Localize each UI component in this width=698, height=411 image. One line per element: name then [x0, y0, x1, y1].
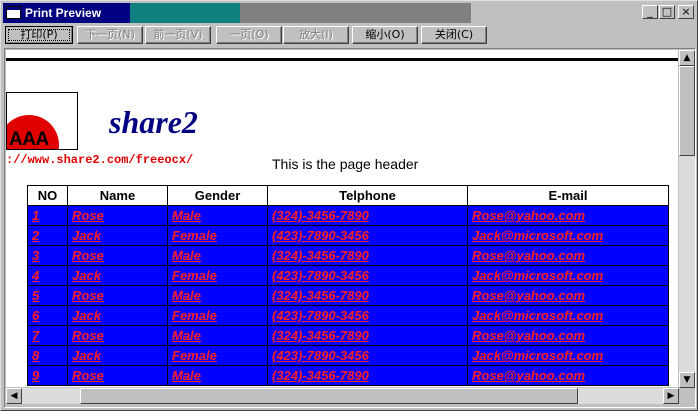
table-row: 9 Rose Male (324)-3456-7890 Rose@yahoo.com: [27, 365, 669, 386]
column-header-email: E-mail: [467, 185, 669, 206]
window-title: Print Preview: [25, 6, 102, 20]
window-icon: [6, 6, 21, 19]
table-row: 5 Rose Male (324)-3456-7890 Rose@yahoo.com: [27, 285, 669, 306]
one-page-button[interactable]: 一页(O): [216, 26, 282, 44]
cell-telphone[interactable]: (324)-3456-7890: [267, 325, 468, 346]
table-row: 7 Rose Male (324)-3456-7890 Rose@yahoo.com: [27, 325, 669, 346]
vertical-scrollbar[interactable]: ▲ ▼: [679, 50, 695, 388]
cell-name[interactable]: Rose: [67, 245, 168, 266]
cell-name[interactable]: Rose: [67, 365, 168, 386]
table-row: 3 Rose Male (324)-3456-7890 Rose@yahoo.com: [27, 245, 669, 266]
cell-gender[interactable]: Male: [167, 205, 268, 226]
cell-gender[interactable]: Female: [167, 305, 268, 326]
scrollbar-corner: [679, 388, 695, 404]
scroll-right-button[interactable]: ▶: [663, 388, 679, 404]
cell-email[interactable]: Rose@yahoo.com: [467, 245, 669, 266]
maximize-button[interactable]: □: [659, 5, 675, 19]
cell-no[interactable]: 3: [27, 245, 68, 266]
cell-no[interactable]: 7: [27, 325, 68, 346]
cell-telphone[interactable]: (423)-7890-3456: [267, 345, 468, 366]
cell-email[interactable]: Jack@microsoft.com: [467, 225, 669, 246]
table-row: 1 Rose Male (324)-3456-7890 Rose@yahoo.com: [27, 205, 669, 226]
cell-name[interactable]: Jack: [67, 265, 168, 286]
cell-telphone[interactable]: (423)-7890-3456: [267, 305, 468, 326]
company-logo: AAA: [6, 92, 78, 150]
scroll-left-button[interactable]: ◀: [6, 388, 22, 404]
cell-telphone[interactable]: (423)-7890-3456: [267, 265, 468, 286]
column-header-telphone: Telphone: [267, 185, 468, 206]
cell-gender[interactable]: Male: [167, 285, 268, 306]
brand-title: share2: [109, 104, 198, 140]
column-header-name: Name: [67, 185, 168, 206]
print-preview-window: Print Preview _ □ × 打印(P) 下一页(N) 前一页(V) …: [0, 0, 698, 411]
preview-viewport: AAA share2 ://www.share2.com/freeocx/ Th…: [4, 48, 696, 408]
cell-no[interactable]: 5: [27, 285, 68, 306]
horizontal-scrollbar[interactable]: ◀ ▶: [6, 388, 679, 404]
cell-telphone[interactable]: (423)-7890-3456: [267, 225, 468, 246]
cell-name[interactable]: Jack: [67, 345, 168, 366]
scroll-down-button[interactable]: ▼: [679, 372, 695, 388]
column-header-gender: Gender: [167, 185, 268, 206]
cell-telphone[interactable]: (324)-3456-7890: [267, 245, 468, 266]
cell-email[interactable]: Jack@microsoft.com: [467, 265, 669, 286]
cell-name[interactable]: Rose: [67, 325, 168, 346]
page-top-border: [6, 58, 678, 61]
close-window-button[interactable]: ×: [678, 5, 694, 19]
cell-email[interactable]: Rose@yahoo.com: [467, 325, 669, 346]
cell-telphone[interactable]: (324)-3456-7890: [267, 205, 468, 226]
cell-email[interactable]: Rose@yahoo.com: [467, 205, 669, 226]
minimize-button[interactable]: _: [642, 5, 658, 19]
scroll-up-button[interactable]: ▲: [679, 50, 695, 66]
cell-name[interactable]: Rose: [67, 285, 168, 306]
cell-gender[interactable]: Female: [167, 225, 268, 246]
cell-no[interactable]: 9: [27, 365, 68, 386]
print-button[interactable]: 打印(P): [5, 26, 73, 44]
table-row: 2 Jack Female (423)-7890-3456 Jack@microsoft…: [27, 225, 669, 246]
cell-gender[interactable]: Male: [167, 365, 268, 386]
cell-no[interactable]: 8: [27, 345, 68, 366]
logo-text: AAA: [9, 129, 49, 150]
title-bar[interactable]: Print Preview _ □ ×: [3, 3, 695, 23]
table-row: 8 Jack Female (423)-7890-3456 Jack@microsoft…: [27, 345, 669, 366]
cell-gender[interactable]: Male: [167, 325, 268, 346]
cell-gender[interactable]: Female: [167, 265, 268, 286]
toolbar: 打印(P) 下一页(N) 前一页(V) 一页(O) 放大(I) 缩小(O) 关闭…: [3, 25, 695, 47]
next-page-button[interactable]: 下一页(N): [77, 26, 143, 44]
cell-name[interactable]: Jack: [67, 225, 168, 246]
cell-name[interactable]: Jack: [67, 305, 168, 326]
zoom-out-button[interactable]: 缩小(O): [352, 26, 418, 44]
cell-email[interactable]: Rose@yahoo.com: [467, 365, 669, 386]
cell-no[interactable]: 2: [27, 225, 68, 246]
cell-no[interactable]: 1: [27, 205, 68, 226]
cell-no[interactable]: 6: [27, 305, 68, 326]
contacts-table: NO Name Gender Telphone E-mail 1 Rose Male…: [27, 185, 669, 386]
cell-email[interactable]: Jack@microsoft.com: [467, 305, 669, 326]
page-header-text: This is the page header: [272, 156, 419, 172]
close-button[interactable]: 关闭(C): [421, 26, 487, 44]
previous-page-button[interactable]: 前一页(V): [145, 26, 211, 44]
table-row: 6 Jack Female (423)-7890-3456 Jack@microsoft…: [27, 305, 669, 326]
preview-page: AAA share2 ://www.share2.com/freeocx/ Th…: [6, 50, 678, 387]
zoom-in-button[interactable]: 放大(I): [283, 26, 349, 44]
cell-telphone[interactable]: (324)-3456-7890: [267, 285, 468, 306]
column-header-no: NO: [27, 185, 68, 206]
vertical-scroll-thumb[interactable]: [679, 66, 695, 156]
cell-no[interactable]: 4: [27, 265, 68, 286]
table-header-row: NO Name Gender Telphone E-mail: [27, 185, 669, 206]
cell-gender[interactable]: Male: [167, 245, 268, 266]
cell-name[interactable]: Rose: [67, 205, 168, 226]
cell-email[interactable]: Jack@microsoft.com: [467, 345, 669, 366]
cell-email[interactable]: Rose@yahoo.com: [467, 285, 669, 306]
table-row: 4 Jack Female (423)-7890-3456 Jack@microsoft…: [27, 265, 669, 286]
horizontal-scroll-thumb[interactable]: [80, 388, 578, 404]
cell-telphone[interactable]: (324)-3456-7890: [267, 365, 468, 386]
cell-gender[interactable]: Female: [167, 345, 268, 366]
site-url: ://www.share2.com/freeocx/: [6, 153, 194, 167]
